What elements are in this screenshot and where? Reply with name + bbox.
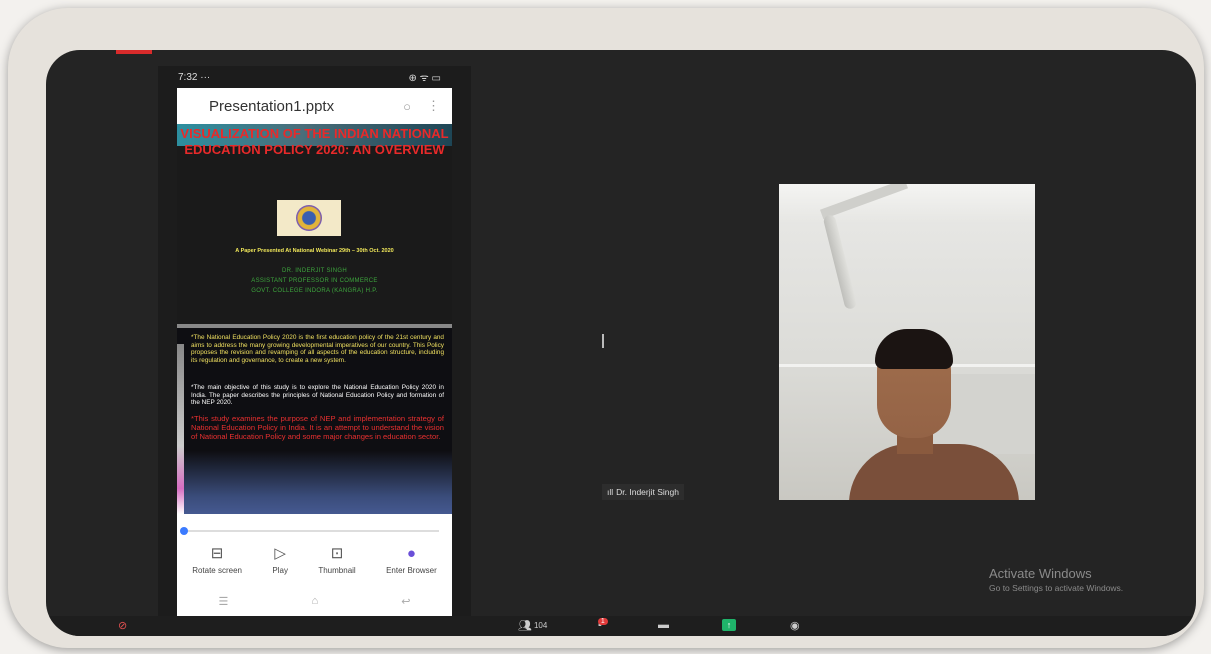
- ppt-button-row: ⊟ Rotate screen ▷ Play ⊡ Thumbnail ● Ent…: [177, 544, 452, 575]
- abstract-para-3: *This study examines the purpose of NEP …: [191, 414, 444, 442]
- ceiling-fan-blade: [822, 213, 858, 311]
- participant-name: Dr. Inderjit Singh: [616, 487, 679, 497]
- author-name: DR. INDERJIT SINGH: [282, 268, 347, 274]
- bezel-frame: 7:32 ··· ⊕ ᯤ ▭ Presentation1.pptx ○ ⋮ VI…: [8, 8, 1204, 648]
- rotate-label: Rotate screen: [192, 566, 242, 575]
- author-block: DR. INDERJIT SINGH ASSISTANT PROFESSOR I…: [177, 266, 452, 296]
- thumbnail-button[interactable]: ⊡ Thumbnail: [318, 544, 355, 575]
- phone-status-bar: 7:32 ··· ⊕ ᯤ ▭: [158, 66, 471, 88]
- more-options-icon[interactable]: ⋮: [427, 98, 440, 114]
- thumbnail-icon: ⊡: [330, 545, 344, 562]
- activate-windows-watermark: Activate Windows Go to Settings to activ…: [989, 566, 1123, 593]
- shared-phone-screen: 7:32 ··· ⊕ ᯤ ▭ Presentation1.pptx ○ ⋮ VI…: [158, 66, 471, 616]
- text-cursor: [602, 334, 604, 348]
- rotate-icon: ⊟: [210, 545, 224, 562]
- slide-heading: VISUALIZATION OF THE INDIAN NATIONAL EDU…: [180, 126, 449, 157]
- participants-count: 104: [533, 621, 548, 630]
- author-college: GOVT. COLLEGE INDORA (KANGRA) H.P.: [251, 288, 378, 294]
- home-nav-icon[interactable]: ⌂: [311, 595, 318, 608]
- slide-title[interactable]: VISUALIZATION OF THE INDIAN NATIONAL EDU…: [177, 124, 452, 318]
- watermark-line-2: Go to Settings to activate Windows.: [989, 583, 1124, 593]
- play-button[interactable]: ▷ Play: [272, 544, 288, 575]
- enter-browser-button[interactable]: ● Enter Browser: [386, 544, 437, 575]
- ppt-controls: ⊟ Rotate screen ▷ Play ⊡ Thumbnail ● Ent…: [177, 514, 452, 616]
- signal-icon: ıll: [607, 487, 614, 497]
- slide-abstract[interactable]: *The National Education Policy 2020 is t…: [177, 324, 452, 526]
- reactions-icon: ▬: [658, 619, 669, 631]
- thumbnail-label: Thumbnail: [318, 566, 356, 575]
- college-logo: [277, 200, 341, 236]
- paper-presented-line: A Paper Presented At National Webinar 29…: [235, 248, 394, 254]
- participant-video[interactable]: [779, 184, 1035, 500]
- watermark-line-1: Activate Windows: [989, 566, 1092, 581]
- search-icon[interactable]: ○: [403, 99, 411, 114]
- abstract-para-2: *The main objective of this study is to …: [191, 384, 444, 407]
- slide-progress-slider[interactable]: [180, 527, 439, 535]
- phone-status-icons: ⊕ ᯤ ▭: [408, 73, 441, 84]
- record-icon: ◉: [790, 620, 800, 632]
- slider-handle[interactable]: [180, 527, 188, 535]
- play-icon: ▷: [274, 545, 286, 562]
- author-role: ASSISTANT PROFESSOR IN COMMERCE: [251, 278, 378, 284]
- video-ceiling: [779, 184, 1035, 224]
- participants-button[interactable]: 👥︎ 104: [518, 619, 547, 632]
- chat-badge: 1: [597, 617, 608, 625]
- android-nav-bar: ☰ ⌂ ↩: [177, 595, 452, 608]
- meeting-toolbar: ⊘ 👥︎ 104 ▪ 1 ▬ ↑ ◉: [46, 616, 1196, 636]
- play-label: Play: [272, 566, 288, 575]
- participant-name-tag: ıll Dr. Inderjit Singh: [602, 484, 684, 500]
- participants-icon: 👥︎: [518, 620, 532, 632]
- browser-icon: ●: [406, 545, 416, 562]
- share-icon: ↑: [726, 620, 732, 630]
- file-title: Presentation1.pptx: [209, 97, 335, 115]
- recording-indicator: [116, 50, 152, 54]
- abstract-para-1: *The National Education Policy 2020 is t…: [191, 334, 444, 364]
- video-off-icon[interactable]: ⊘: [118, 619, 127, 632]
- rotate-screen-button[interactable]: ⊟ Rotate screen: [192, 544, 242, 575]
- chat-button[interactable]: ▪ 1: [597, 617, 608, 631]
- share-screen-button[interactable]: ↑: [722, 619, 736, 631]
- emblem-icon: [296, 205, 322, 231]
- record-button[interactable]: ◉: [790, 619, 800, 632]
- reactions-button[interactable]: ▬: [658, 619, 669, 631]
- phone-time: 7:32 ···: [178, 71, 211, 83]
- person-hair: [875, 329, 953, 369]
- slide-side-bar: [177, 344, 184, 514]
- meeting-window: 7:32 ··· ⊕ ᯤ ▭ Presentation1.pptx ○ ⋮ VI…: [46, 50, 1196, 636]
- browser-label: Enter Browser: [386, 566, 437, 575]
- menu-nav-icon[interactable]: ☰: [219, 595, 229, 608]
- back-nav-icon[interactable]: ↩: [401, 595, 410, 608]
- ppt-app-bar: Presentation1.pptx ○ ⋮: [177, 88, 452, 124]
